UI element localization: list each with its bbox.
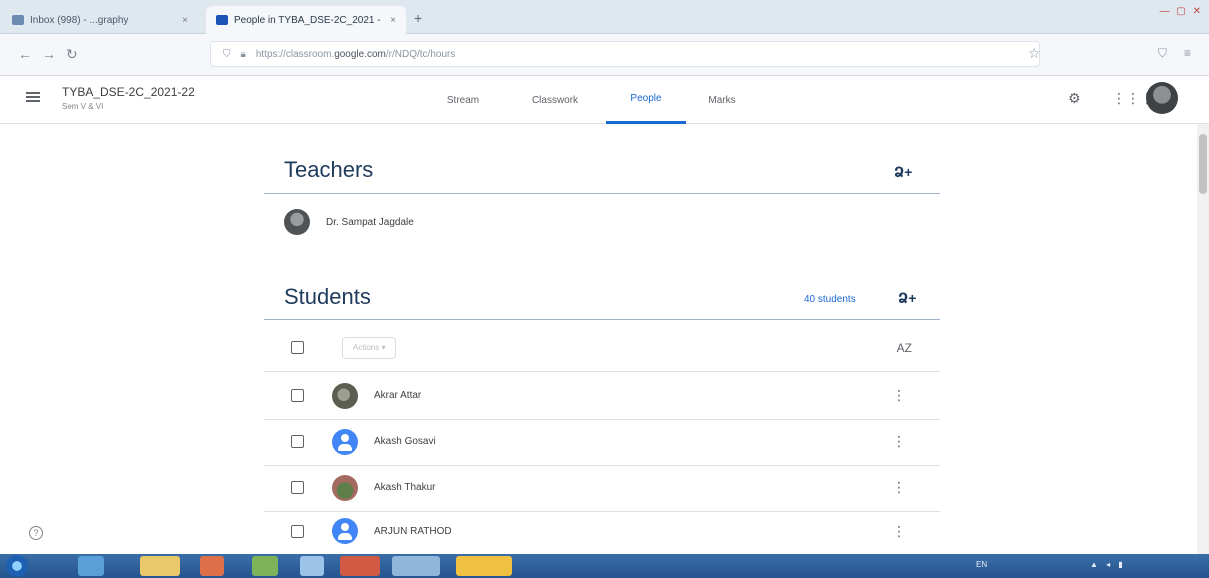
tab-marks[interactable]: Marks [692, 76, 752, 124]
class-name[interactable]: TYBA_DSE-2C_2021-22 [62, 85, 195, 99]
students-heading: Students [284, 284, 371, 309]
browser-tab-label: People in TYBA_DSE-2C_2021 - [234, 14, 381, 26]
students-toolbar: Actions ▾ AZ [264, 324, 940, 372]
firefox-icon[interactable] [340, 556, 380, 576]
student-row[interactable]: Akash Thakur ⋮ [264, 464, 940, 512]
student-checkbox[interactable] [291, 389, 304, 402]
lock-icon: 🔒︎ [240, 48, 246, 60]
ie-icon[interactable] [78, 556, 104, 576]
network-icon[interactable] [300, 556, 324, 576]
tray-icons[interactable]: ▲ ◂ ▮ [1090, 560, 1126, 569]
folder-icon[interactable] [456, 556, 512, 576]
student-checkbox[interactable] [291, 481, 304, 494]
media-icon[interactable] [200, 556, 224, 576]
teachers-heading: Teachers [284, 157, 374, 182]
teachers-divider [264, 193, 940, 194]
students-divider [264, 319, 940, 320]
browser-tab-people[interactable]: People in TYBA_DSE-2C_2021 - × [206, 6, 406, 34]
student-avatar [332, 518, 358, 544]
select-all-checkbox[interactable] [291, 341, 304, 354]
tab-stream[interactable]: Stream [424, 76, 502, 124]
account-avatar[interactable] [1146, 82, 1178, 114]
classroom-icon [216, 15, 228, 25]
bookmark-star-icon[interactable]: ☆ [1028, 45, 1041, 62]
new-tab-button[interactable]: + [414, 10, 422, 26]
forward-icon[interactable]: → [42, 46, 56, 62]
clock[interactable] [1199, 557, 1201, 566]
explorer-icon[interactable] [140, 556, 180, 576]
class-section: Sem V & VI [62, 102, 104, 111]
student-avatar [332, 428, 358, 455]
shield-icon: ⛉ [223, 48, 231, 60]
chrome-icon[interactable] [252, 556, 278, 576]
teacher-row: Dr. Sampat Jagdale [264, 198, 940, 246]
start-button-icon[interactable] [6, 555, 28, 577]
back-icon[interactable]: ← [18, 46, 32, 62]
classroom-header: TYBA_DSE-2C_2021-22 Sem V & VI Stream Cl… [0, 76, 1209, 124]
student-name: ARJUN RATHOD [374, 525, 452, 537]
student-checkbox[interactable] [291, 435, 304, 448]
student-checkbox[interactable] [291, 524, 304, 538]
sort-az-icon[interactable]: AZ [897, 341, 912, 355]
actions-dropdown[interactable]: Actions ▾ [342, 336, 397, 359]
settings-icon[interactable]: ⚙ [1068, 90, 1081, 107]
tab-classwork[interactable]: Classwork [510, 76, 600, 124]
invite-teacher-icon[interactable]: Ձ+ [894, 164, 912, 181]
main-menu-icon[interactable] [26, 92, 40, 102]
student-row[interactable]: Akrar Attar ⋮ [264, 372, 940, 420]
more-options-icon[interactable]: ⋮ [892, 387, 906, 404]
browser-tab-inbox[interactable]: Inbox (998) - ...graphy × [2, 6, 198, 34]
reload-icon[interactable]: ↻ [66, 46, 78, 63]
student-avatar [332, 382, 358, 409]
student-count: 40 students [804, 294, 856, 305]
language-indicator[interactable]: EN [976, 560, 987, 569]
more-options-icon[interactable]: ⋮ [892, 523, 906, 540]
url-text: https://classroom.google.com/r/NDQ/tc/ho… [255, 48, 456, 60]
close-tab-icon[interactable]: × [390, 15, 396, 26]
close-tab-icon[interactable]: × [182, 15, 188, 26]
tab-people[interactable]: People [606, 76, 686, 124]
app-icon[interactable] [392, 556, 440, 576]
page-scrollbar[interactable] [1197, 124, 1209, 554]
student-row[interactable]: ARJUN RATHOD ⋮ [264, 508, 940, 554]
student-name: Akash Thakur [374, 482, 436, 493]
teacher-avatar [284, 209, 310, 235]
mail-icon [12, 15, 24, 25]
help-icon[interactable]: ? [29, 526, 43, 540]
browser-tab-strip: Inbox (998) - ...graphy × People in TYBA… [0, 0, 1209, 34]
address-bar[interactable]: ⛉ 🔒︎ https://classroom.google.com/r/NDQ/… [210, 41, 1040, 67]
pocket-icon[interactable]: ⛉ [1158, 46, 1167, 61]
student-avatar [332, 474, 358, 501]
invite-student-icon[interactable]: Ձ+ [898, 290, 916, 307]
browser-tab-label: Inbox (998) - ...graphy [30, 14, 129, 26]
more-options-icon[interactable]: ⋮ [892, 479, 906, 496]
student-row[interactable]: Akash Gosavi ⋮ [264, 418, 940, 466]
student-name: Akrar Attar [374, 390, 422, 401]
os-taskbar: EN ▲ ◂ ▮ [0, 554, 1209, 578]
scrollbar-thumb[interactable] [1199, 134, 1207, 194]
teacher-name: Dr. Sampat Jagdale [326, 216, 414, 228]
window-controls[interactable]: — ▢ ✕ [1160, 6, 1203, 17]
browser-toolbar: ← → ↻ ⛉ 🔒︎ https://classroom.google.com/… [0, 34, 1209, 76]
more-options-icon[interactable]: ⋮ [892, 433, 906, 450]
student-name: Akash Gosavi [374, 436, 436, 447]
menu-icon[interactable]: ≡ [1184, 46, 1191, 60]
